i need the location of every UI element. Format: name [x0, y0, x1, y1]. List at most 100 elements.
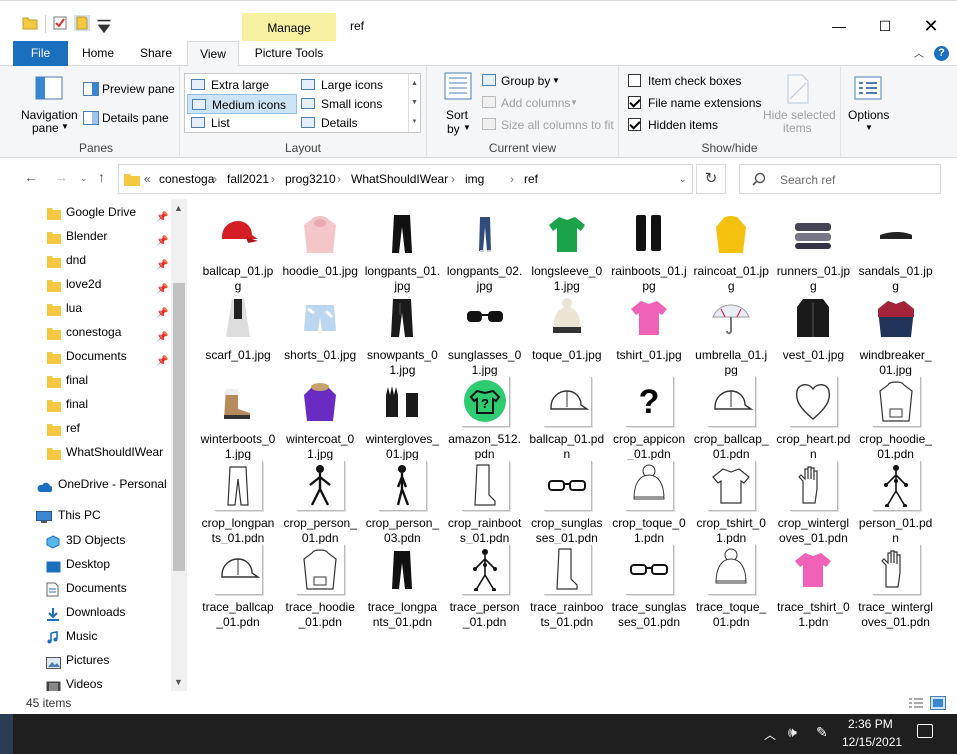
- chevron-down-icon[interactable]: ▼: [463, 123, 471, 132]
- file-item[interactable]: windbreaker_01.jpg: [858, 292, 934, 377]
- file-item[interactable]: wintergloves_01.jpg: [364, 376, 440, 461]
- group-by-icon[interactable]: [482, 74, 496, 86]
- breadcrumb-separator[interactable]: ›: [271, 172, 275, 186]
- file-item[interactable]: trace_person_01.pdn: [447, 544, 523, 629]
- preview-pane-icon[interactable]: [83, 82, 99, 96]
- file-item[interactable]: crop_longpants_01.pdn: [200, 460, 276, 545]
- hide-selected-label-line2[interactable]: items: [783, 121, 812, 135]
- hidden-items-label[interactable]: Hidden items: [648, 118, 718, 132]
- nav-item[interactable]: Desktop: [0, 552, 170, 576]
- options-button[interactable]: Options: [848, 108, 889, 122]
- details-pane-button[interactable]: Details pane: [102, 111, 169, 125]
- file-item[interactable]: sunglasses_01.jpg: [447, 292, 523, 377]
- hide-selected-icon[interactable]: [785, 74, 811, 104]
- breadcrumb-separator[interactable]: ›: [451, 172, 455, 186]
- new-folder-icon[interactable]: [74, 15, 90, 31]
- up-arrow-icon[interactable]: ↑: [98, 169, 105, 185]
- file-item[interactable]: trace_tshirt_01.pdn: [775, 544, 851, 629]
- navigation-pane-icon[interactable]: [35, 76, 63, 100]
- nav-item[interactable]: dnd 📌: [0, 248, 170, 272]
- tab-picture-tools[interactable]: Picture Tools: [244, 41, 334, 66]
- nav-item[interactable]: Documents 📌: [0, 344, 170, 368]
- file-item[interactable]: scarf_01.jpg: [200, 292, 276, 372]
- file-item[interactable]: crop_person_01.pdn: [282, 460, 358, 545]
- file-item[interactable]: crop_ballcap_01.pdn: [693, 376, 769, 461]
- hide-selected-label[interactable]: Hide selected: [763, 108, 836, 122]
- address-overflow[interactable]: «: [144, 172, 151, 186]
- layout-list[interactable]: List: [187, 113, 297, 133]
- add-columns-icon[interactable]: [482, 96, 496, 108]
- nav-item[interactable]: Pictures: [0, 648, 170, 672]
- file-item[interactable]: longsleeve_01.jpg: [529, 208, 605, 293]
- layout-scroll[interactable]: ▲ ▼ ▾: [408, 74, 420, 132]
- file-item[interactable]: trace_hoodie_01.pdn: [282, 544, 358, 629]
- file-item[interactable]: crop_tshirt_01.pdn: [693, 460, 769, 545]
- file-item[interactable]: winterboots_01.jpg: [200, 376, 276, 461]
- file-name-extensions-label[interactable]: File name extensions: [648, 96, 761, 110]
- file-item[interactable]: crop_person_03.pdn: [364, 460, 440, 545]
- file-item[interactable]: ? amazon_512.pdn: [447, 376, 523, 461]
- breadcrumb-separator[interactable]: ›: [337, 172, 341, 186]
- file-item[interactable]: raincoat_01.jpg: [693, 208, 769, 293]
- customize-toolbar-icon[interactable]: [96, 19, 112, 35]
- help-icon[interactable]: ?: [934, 46, 949, 61]
- nav-item[interactable]: love2d 📌: [0, 272, 170, 296]
- breadcrumb-item[interactable]: img: [465, 172, 484, 186]
- hidden-items-checkbox[interactable]: [628, 118, 641, 131]
- minimize-button[interactable]: —: [816, 11, 862, 41]
- file-item[interactable]: trace_toque_01.pdn: [693, 544, 769, 629]
- file-item[interactable]: hoodie_01.jpg: [282, 208, 358, 288]
- layout-extra-large-icons[interactable]: Extra large icons: [187, 75, 297, 112]
- breadcrumb-item[interactable]: fall2021: [227, 172, 269, 186]
- nav-scrollbar[interactable]: ▲ ▼: [171, 199, 187, 691]
- pen-icon[interactable]: ✎: [816, 724, 828, 741]
- properties-icon[interactable]: [52, 15, 68, 31]
- collapse-ribbon-icon[interactable]: ︿: [914, 45, 924, 60]
- chevron-down-icon[interactable]: ▼: [552, 76, 560, 85]
- navigation-pane-label-line2[interactable]: pane: [32, 121, 59, 135]
- breadcrumb-item[interactable]: conestoga: [159, 172, 214, 186]
- file-item[interactable]: trace_rainboots_01.pdn: [529, 544, 605, 629]
- show-hidden-icons-icon[interactable]: ︿: [764, 726, 776, 743]
- clock-time[interactable]: 2:36 PM: [848, 717, 893, 731]
- file-item[interactable]: ballcap_01.pdn: [529, 376, 605, 461]
- nav-item[interactable]: final: [0, 392, 170, 416]
- file-item[interactable]: sandals_01.jpg: [858, 208, 934, 293]
- options-icon[interactable]: [854, 76, 882, 100]
- file-item[interactable]: trace_longpants_01.pdn: [364, 544, 440, 629]
- clock-date[interactable]: 12/15/2021: [842, 735, 902, 749]
- file-item[interactable]: toque_01.jpg: [529, 292, 605, 372]
- nav-item[interactable]: Downloads: [0, 600, 170, 624]
- chevron-down-icon[interactable]: ⌄: [679, 174, 687, 185]
- recent-locations-icon[interactable]: ⌄: [80, 173, 88, 184]
- file-item[interactable]: longpants_02.jpg: [447, 208, 523, 293]
- file-item[interactable]: wintercoat_01.jpg: [282, 376, 358, 461]
- file-item[interactable]: crop_heart.pdn: [775, 376, 851, 461]
- breadcrumb-separator[interactable]: ›: [510, 172, 514, 186]
- refresh-button[interactable]: ↻: [696, 164, 726, 194]
- file-item[interactable]: tshirt_01.jpg: [611, 292, 687, 372]
- tab-view[interactable]: View: [187, 41, 239, 67]
- tab-share[interactable]: Share: [130, 41, 182, 66]
- search-input[interactable]: Search ref: [780, 173, 835, 187]
- scroll-down-icon[interactable]: ▼: [174, 677, 183, 687]
- add-columns-button[interactable]: Add columns: [501, 96, 570, 110]
- layout-details[interactable]: Details: [297, 113, 407, 133]
- back-arrow-icon[interactable]: ←: [24, 169, 38, 185]
- size-columns-icon[interactable]: [482, 118, 496, 130]
- group-by-button[interactable]: Group by: [501, 74, 550, 88]
- sort-by-label[interactable]: Sort: [446, 108, 468, 122]
- maximize-button[interactable]: ☐: [862, 11, 908, 41]
- file-item[interactable]: crop_wintergloves_01.pdn: [775, 460, 851, 545]
- volume-icon[interactable]: 🕪: [788, 724, 797, 741]
- navigation-pane-label[interactable]: Navigation: [21, 108, 78, 122]
- file-item[interactable]: longpants_01.jpg: [364, 208, 440, 293]
- forward-arrow-icon[interactable]: →: [54, 169, 68, 185]
- nav-item[interactable]: lua 📌: [0, 296, 170, 320]
- layout-medium-icons[interactable]: Medium icons: [187, 94, 297, 114]
- nav-item[interactable]: final: [0, 368, 170, 392]
- notifications-icon[interactable]: [917, 724, 933, 738]
- file-name-extensions-checkbox[interactable]: [628, 96, 641, 109]
- chevron-down-icon[interactable]: ▼: [865, 123, 873, 132]
- file-item[interactable]: trace_sunglasses_01.pdn: [611, 544, 687, 629]
